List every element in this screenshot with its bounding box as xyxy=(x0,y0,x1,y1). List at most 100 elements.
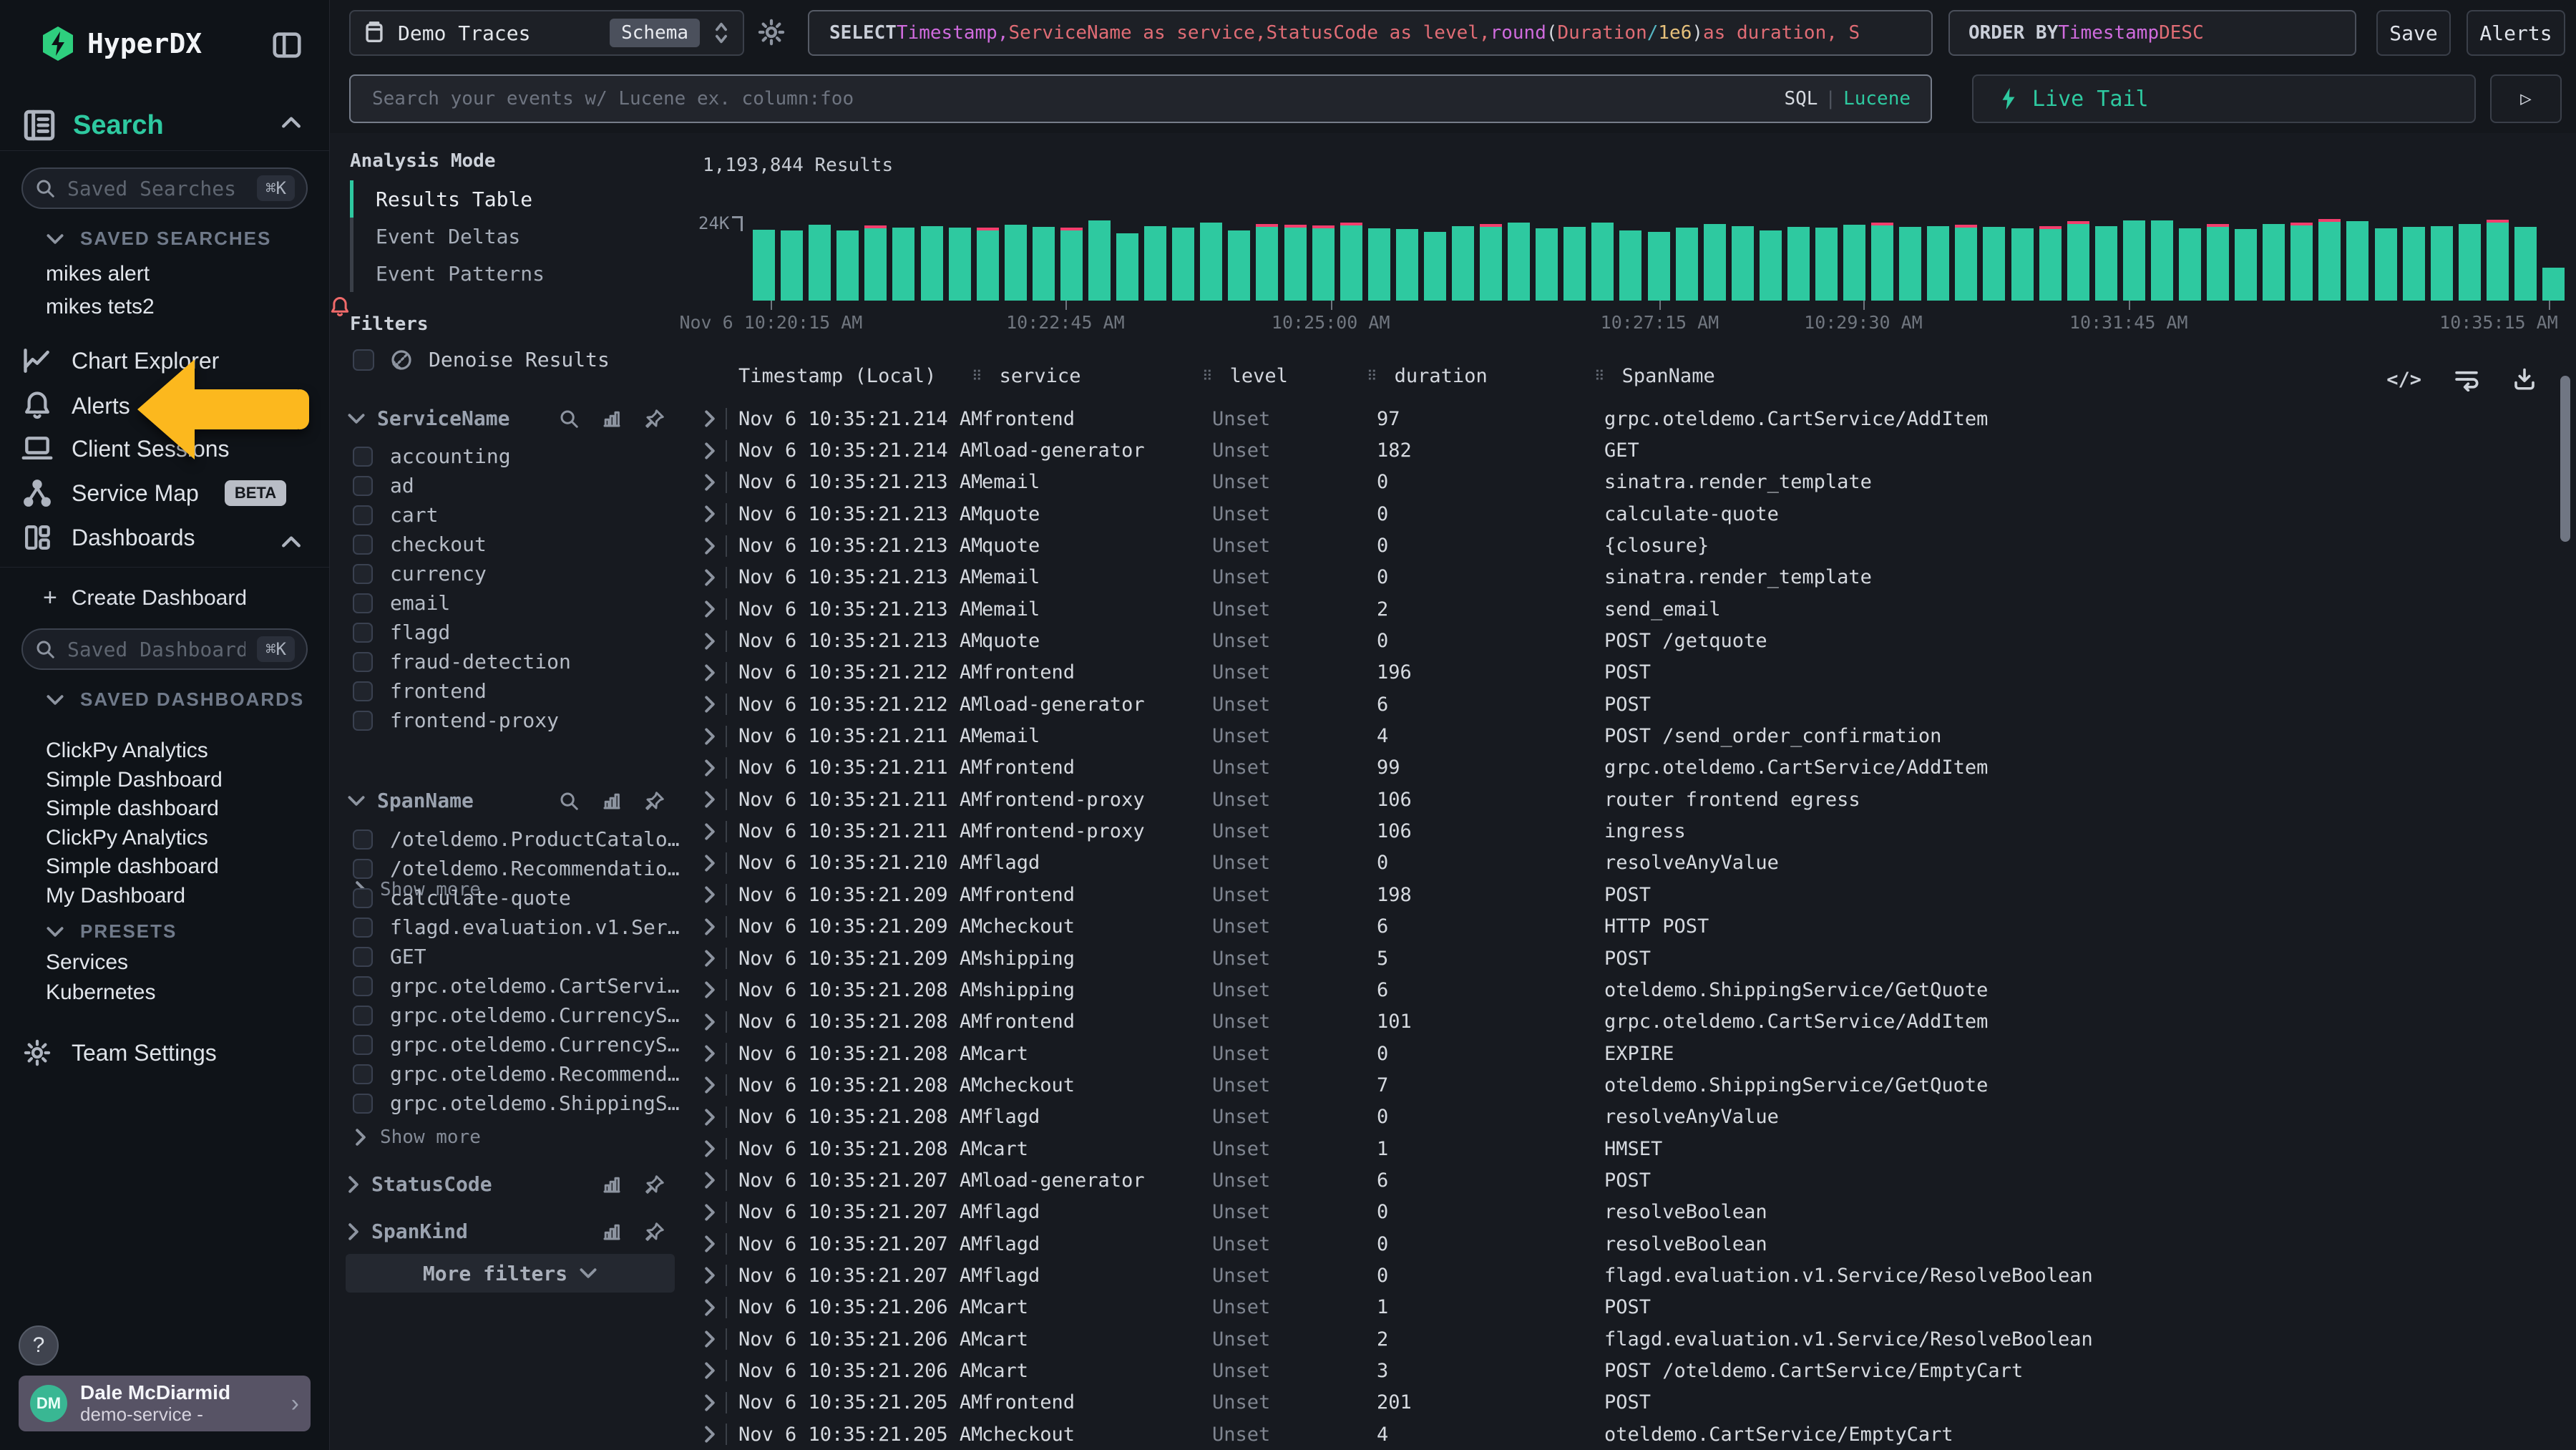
histogram-bar[interactable] xyxy=(1452,226,1474,301)
download-icon[interactable] xyxy=(2512,366,2537,392)
histogram-bar[interactable] xyxy=(2151,220,2173,301)
histogram-bar[interactable] xyxy=(1563,227,1586,301)
saved-dashboards-group[interactable]: SAVED DASHBOARDS xyxy=(46,688,304,711)
expand-row-icon[interactable] xyxy=(704,822,726,841)
expand-row-icon[interactable] xyxy=(704,537,726,555)
save-button[interactable]: Save xyxy=(2376,10,2451,56)
table-row[interactable]: Nov 6 10:35:21.208 AM cart Unset 0 EXPIR… xyxy=(704,1038,2576,1069)
bar-chart-icon[interactable] xyxy=(601,790,623,812)
checkbox[interactable] xyxy=(353,1094,373,1114)
histogram-bar[interactable] xyxy=(2431,226,2453,301)
sidebar-item-alerts[interactable]: Alerts xyxy=(21,389,130,422)
checkbox[interactable] xyxy=(353,829,373,850)
histogram-bar[interactable] xyxy=(836,230,859,301)
expand-row-icon[interactable] xyxy=(704,1076,726,1094)
checkbox[interactable] xyxy=(353,1064,373,1084)
histogram-bar[interactable] xyxy=(2179,228,2201,301)
histogram-bar[interactable] xyxy=(1648,232,1670,301)
filter-checkbox-row[interactable]: checkout xyxy=(353,530,571,559)
histogram-bar[interactable] xyxy=(1060,230,1083,301)
pin-icon[interactable] xyxy=(644,1221,665,1242)
checkbox[interactable] xyxy=(353,623,373,643)
checkbox[interactable] xyxy=(353,652,373,672)
table-row[interactable]: Nov 6 10:35:21.214 AM frontend Unset 97 … xyxy=(704,403,2576,434)
table-row[interactable]: Nov 6 10:35:21.213 AM email Unset 2 send… xyxy=(704,593,2576,625)
histogram-bar[interactable] xyxy=(2459,224,2481,301)
saved-searches-searchbox[interactable]: ⌘K xyxy=(21,167,308,209)
order-by-editor[interactable]: ORDER BY Timestamp DESC xyxy=(1948,10,2356,56)
table-row[interactable]: Nov 6 10:35:21.207 AM flagd Unset 0 reso… xyxy=(704,1228,2576,1260)
event-search-input[interactable] xyxy=(371,87,1770,110)
table-row[interactable]: Nov 6 10:35:21.211 AM frontend-proxy Uns… xyxy=(704,815,2576,847)
drag-handle-icon[interactable]: ⠿ xyxy=(1202,367,1213,384)
dashboard-item[interactable]: Simple dashboard xyxy=(46,855,219,879)
table-row[interactable]: Nov 6 10:35:21.208 AM shipping Unset 6 o… xyxy=(704,974,2576,1006)
table-row[interactable]: Nov 6 10:35:21.205 AM checkout Unset 4 o… xyxy=(704,1419,2576,1450)
bar-chart-icon[interactable] xyxy=(601,1174,623,1195)
histogram-bar[interactable] xyxy=(1424,232,1446,301)
histogram-bar[interactable] xyxy=(1256,227,1278,301)
expand-row-icon[interactable] xyxy=(704,1139,726,1158)
sidebar-item-team-settings[interactable]: Team Settings xyxy=(21,1038,217,1068)
analysis-mode-tab[interactable]: Event Deltas xyxy=(350,218,545,255)
histogram-bar[interactable] xyxy=(1284,228,1307,301)
saved-dashboards-searchbox[interactable]: ⌘K xyxy=(21,628,308,670)
saved-searches-input[interactable] xyxy=(66,176,247,201)
expand-row-icon[interactable] xyxy=(704,885,726,904)
pin-icon[interactable] xyxy=(644,1174,665,1195)
filter-checkbox-row[interactable]: frontend-proxy xyxy=(353,706,571,735)
sql-toggle[interactable]: SQL xyxy=(1784,88,1818,110)
expand-row-icon[interactable] xyxy=(704,568,726,587)
expand-row-icon[interactable] xyxy=(704,505,726,523)
histogram-bar[interactable] xyxy=(1508,223,1530,301)
dashboard-item[interactable]: Simple dashboard xyxy=(46,797,219,821)
table-row[interactable]: Nov 6 10:35:21.213 AM quote Unset 0 calc… xyxy=(704,498,2576,530)
dashboard-item[interactable]: Simple Dashboard xyxy=(46,768,223,792)
histogram-bar[interactable] xyxy=(977,230,999,301)
expand-row-icon[interactable] xyxy=(704,918,726,936)
checkbox[interactable] xyxy=(353,681,373,701)
filter-checkbox-row[interactable]: grpc.oteldemo.CurrencyS… xyxy=(353,1030,680,1059)
table-row[interactable]: Nov 6 10:35:21.211 AM frontend-proxy Uns… xyxy=(704,784,2576,815)
expand-row-icon[interactable] xyxy=(704,409,726,428)
histogram-bar[interactable] xyxy=(2123,220,2145,301)
filter-checkbox-row[interactable]: grpc.oteldemo.Recommend… xyxy=(353,1059,680,1089)
expand-row-icon[interactable] xyxy=(704,1044,726,1063)
histogram-bar[interactable] xyxy=(1955,228,1977,301)
expand-row-icon[interactable] xyxy=(704,1298,726,1317)
expand-row-icon[interactable] xyxy=(704,1266,726,1285)
chevron-up-icon[interactable] xyxy=(280,535,302,548)
expand-row-icon[interactable] xyxy=(704,1330,726,1348)
checkbox[interactable] xyxy=(353,535,373,555)
expand-row-icon[interactable] xyxy=(704,442,726,460)
expand-row-icon[interactable] xyxy=(704,473,726,492)
run-query-button[interactable]: ▷ xyxy=(2490,74,2562,123)
presets-group[interactable]: PRESETS xyxy=(46,920,177,943)
histogram-bar[interactable] xyxy=(921,226,943,301)
histogram-bar[interactable] xyxy=(1144,226,1166,301)
sidebar-collapse-icon[interactable] xyxy=(270,29,303,62)
filter-checkbox-row[interactable]: email xyxy=(353,588,571,618)
checkbox[interactable] xyxy=(353,564,373,584)
expand-row-icon[interactable] xyxy=(704,1425,726,1444)
drag-handle-icon[interactable]: ⠿ xyxy=(972,367,982,384)
filter-checkbox-row[interactable]: flagd xyxy=(353,618,571,647)
filter-checkbox-row[interactable]: GET xyxy=(353,942,680,971)
histogram-bar[interactable] xyxy=(2542,268,2565,301)
histogram-bar[interactable] xyxy=(1312,228,1335,301)
histogram-bar[interactable] xyxy=(1228,230,1250,301)
histogram-bar[interactable] xyxy=(949,228,971,301)
filter-checkbox-row[interactable]: grpc.oteldemo.CartServi… xyxy=(353,971,680,1001)
checkbox[interactable] xyxy=(353,349,374,371)
filter-group-statuscode[interactable]: StatusCode xyxy=(347,1172,665,1196)
histogram-bar[interactable] xyxy=(1088,220,1111,301)
histogram-bar[interactable] xyxy=(2207,227,2229,301)
event-search-box[interactable]: SQL|Lucene xyxy=(349,74,1932,123)
checkbox[interactable] xyxy=(353,976,373,996)
table-row[interactable]: Nov 6 10:35:21.209 AM shipping Unset 5 P… xyxy=(704,943,2576,974)
view-source-icon[interactable]: </> xyxy=(2386,369,2421,391)
table-row[interactable]: Nov 6 10:35:21.206 AM cart Unset 2 flagd… xyxy=(704,1323,2576,1355)
table-row[interactable]: Nov 6 10:35:21.208 AM cart Unset 1 HMSET xyxy=(704,1133,2576,1164)
filter-group-servicename[interactable]: ServiceName xyxy=(347,407,665,430)
table-row[interactable]: Nov 6 10:35:21.208 AM frontend Unset 101… xyxy=(704,1006,2576,1038)
